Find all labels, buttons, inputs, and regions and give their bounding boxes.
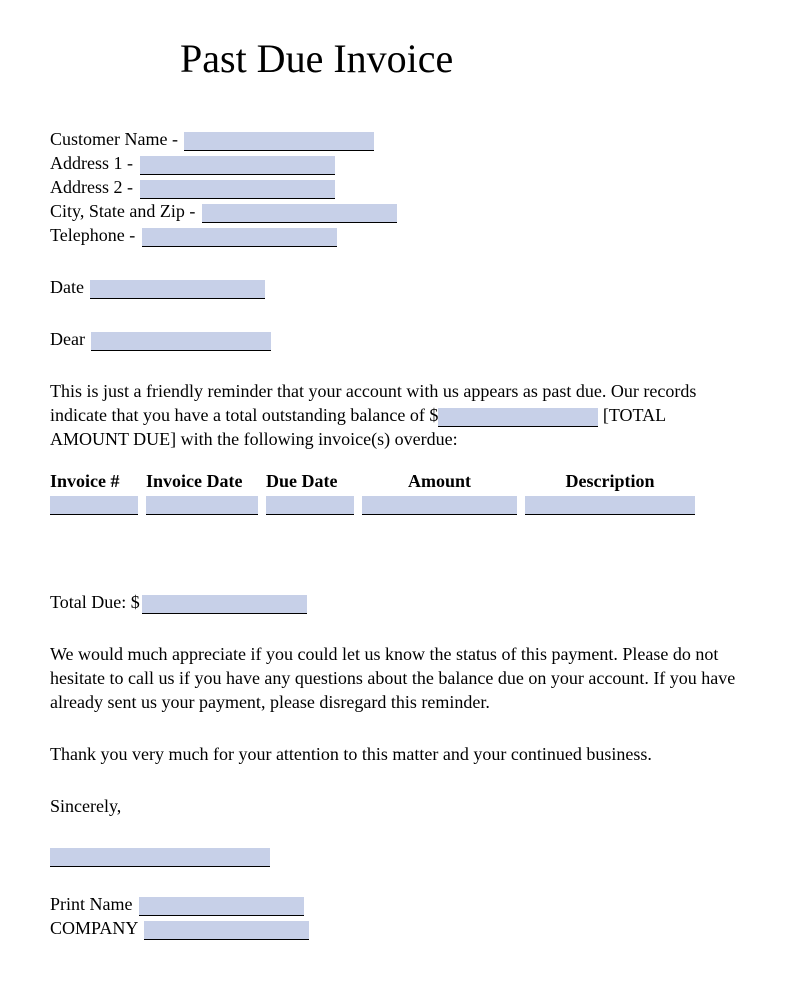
print-name-label: Print Name bbox=[50, 894, 133, 914]
address2-row: Address 2 - bbox=[50, 175, 737, 199]
address2-label: Address 2 - bbox=[50, 177, 133, 197]
th-due-date: Due Date bbox=[266, 471, 354, 492]
signature-row bbox=[50, 818, 737, 872]
th-description: Description bbox=[525, 471, 695, 492]
citystatezip-label: City, State and Zip - bbox=[50, 201, 195, 221]
body-paragraph-1: This is just a friendly reminder that yo… bbox=[50, 379, 737, 451]
dear-label: Dear bbox=[50, 329, 85, 349]
cell-invoice-date[interactable] bbox=[146, 496, 258, 515]
customer-name-label: Customer Name - bbox=[50, 129, 178, 149]
invoice-table-row bbox=[50, 496, 737, 515]
signature-input[interactable] bbox=[50, 848, 270, 867]
body-paragraph-3: Thank you very much for your attention t… bbox=[50, 742, 737, 766]
telephone-input[interactable] bbox=[142, 228, 337, 247]
citystatezip-input[interactable] bbox=[202, 204, 397, 223]
company-row: COMPANY bbox=[50, 916, 737, 940]
company-input[interactable] bbox=[144, 921, 309, 940]
address2-input[interactable] bbox=[140, 180, 335, 199]
body-paragraph-2: We would much appreciate if you could le… bbox=[50, 642, 737, 714]
total-due-input[interactable] bbox=[142, 595, 307, 614]
sincerely-label: Sincerely, bbox=[50, 794, 737, 818]
page-title: Past Due Invoice bbox=[180, 35, 737, 82]
print-name-input[interactable] bbox=[139, 897, 304, 916]
th-invoice-num: Invoice # bbox=[50, 471, 138, 492]
date-label: Date bbox=[50, 277, 84, 297]
date-row: Date bbox=[50, 275, 737, 299]
customer-name-input[interactable] bbox=[184, 132, 374, 151]
address1-label: Address 1 - bbox=[50, 153, 133, 173]
dear-input[interactable] bbox=[91, 332, 271, 351]
cell-amount[interactable] bbox=[362, 496, 517, 515]
total-due-row: Total Due: $ bbox=[50, 590, 737, 614]
date-input[interactable] bbox=[90, 280, 265, 299]
print-name-row: Print Name bbox=[50, 892, 737, 916]
company-label: COMPANY bbox=[50, 918, 138, 938]
cell-due-date[interactable] bbox=[266, 496, 354, 515]
customer-name-row: Customer Name - bbox=[50, 127, 737, 151]
telephone-label: Telephone - bbox=[50, 225, 135, 245]
th-amount: Amount bbox=[362, 471, 517, 492]
address1-row: Address 1 - bbox=[50, 151, 737, 175]
th-invoice-date: Invoice Date bbox=[146, 471, 258, 492]
address1-input[interactable] bbox=[140, 156, 335, 175]
cell-description[interactable] bbox=[525, 496, 695, 515]
total-amount-input[interactable] bbox=[438, 408, 598, 427]
invoice-table-header: Invoice # Invoice Date Due Date Amount D… bbox=[50, 471, 737, 492]
citystatezip-row: City, State and Zip - bbox=[50, 199, 737, 223]
dear-row: Dear bbox=[50, 327, 737, 351]
cell-invoice-num[interactable] bbox=[50, 496, 138, 515]
telephone-row: Telephone - bbox=[50, 223, 737, 247]
invoice-page: Past Due Invoice Customer Name - Address… bbox=[0, 0, 787, 1000]
total-due-label: Total Due: $ bbox=[50, 592, 140, 612]
